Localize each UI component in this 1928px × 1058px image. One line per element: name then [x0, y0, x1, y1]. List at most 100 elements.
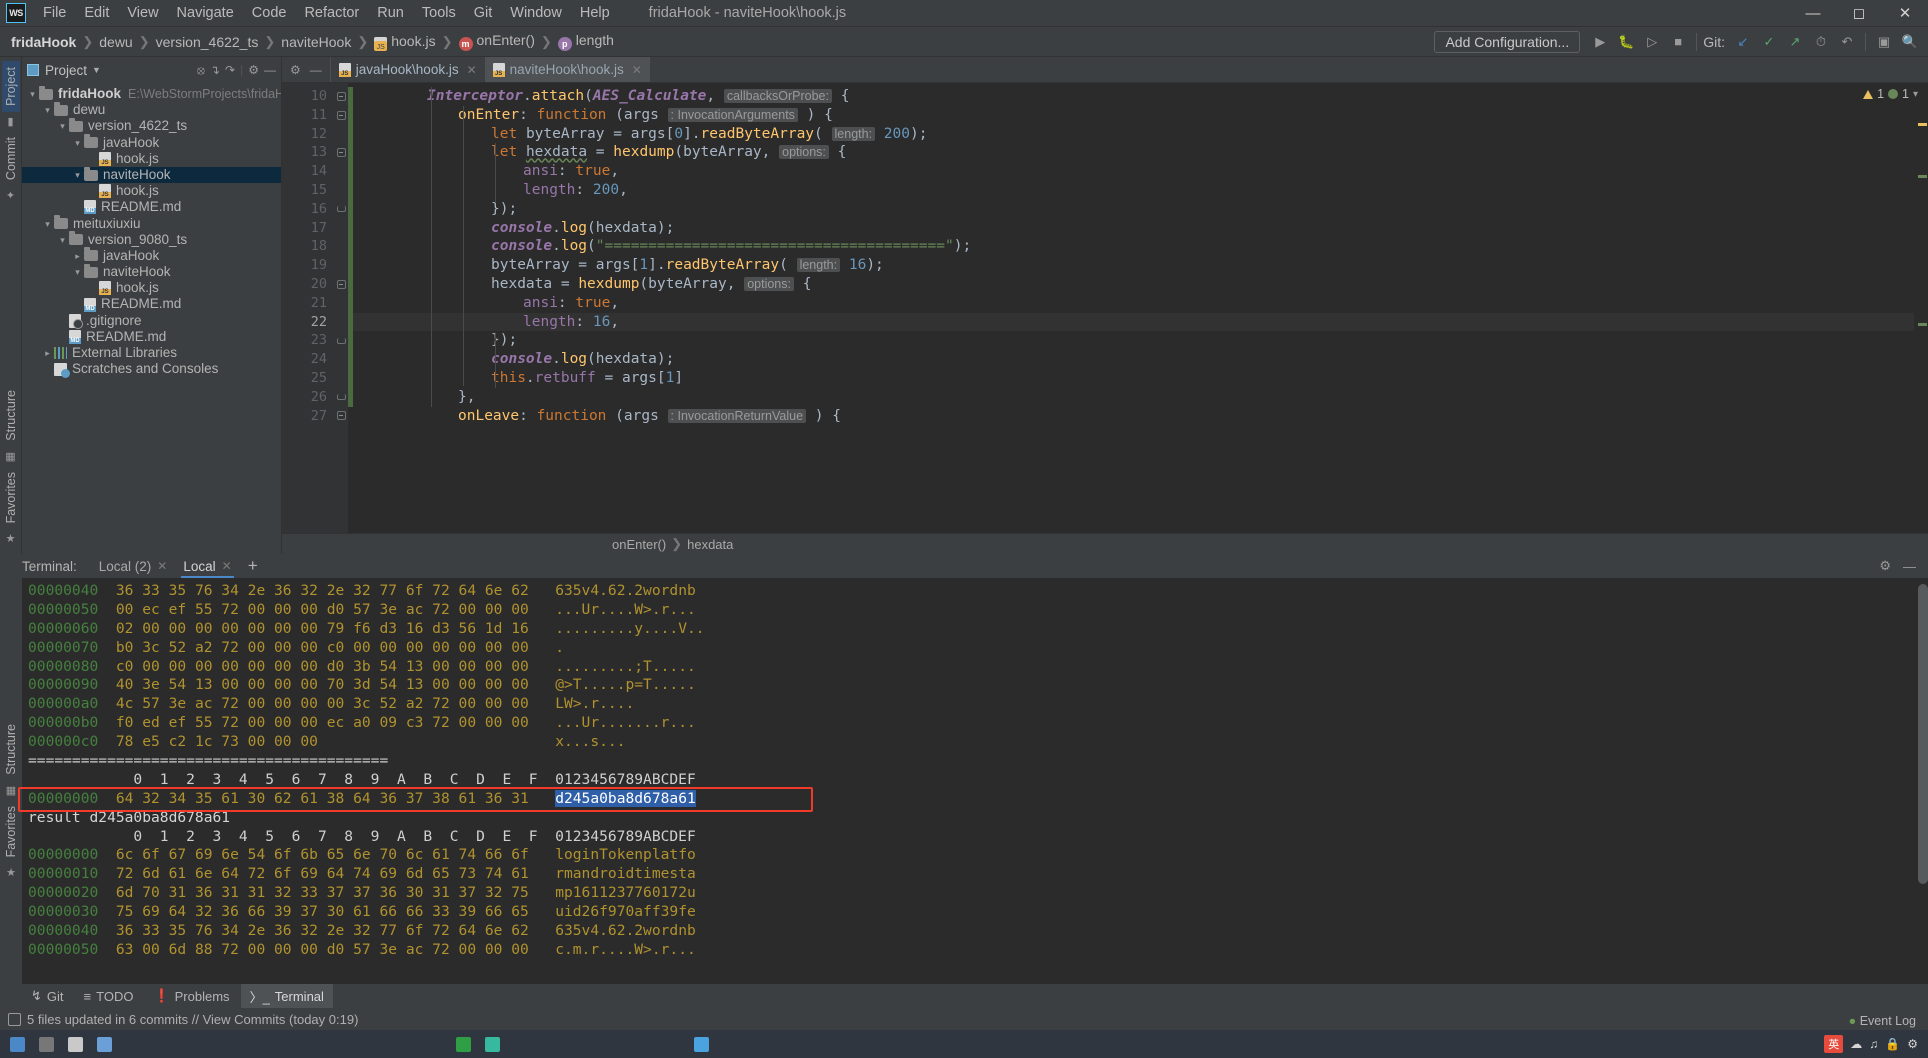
breadcrumb-item-method[interactable]: m onEnter(): [454, 31, 540, 52]
tree-expand-arrow-icon[interactable]: ▾: [71, 167, 84, 183]
tool-window-terminal[interactable]: 〉_ Terminal: [240, 983, 333, 1009]
code-fold-marker-icon[interactable]: [334, 407, 348, 426]
menu-navigate[interactable]: Navigate: [168, 3, 243, 23]
minimize-icon[interactable]: —: [1790, 0, 1836, 26]
tree-node-version-4622-ts[interactable]: ▾ version_4622_ts: [22, 117, 281, 134]
taskbar-app-icon[interactable]: [456, 1036, 471, 1052]
taskbar-app-icon[interactable]: [39, 1036, 54, 1052]
tree-expand-arrow-icon[interactable]: ▾: [56, 232, 69, 248]
taskbar-app-icon[interactable]: [694, 1036, 709, 1052]
tree-node-readme-md[interactable]: README.md: [22, 296, 281, 312]
code-text-area[interactable]: Interceptor.attach(AES_Calculate, callba…: [353, 83, 1914, 533]
tree-expand-arrow-icon[interactable]: ▾: [71, 135, 84, 151]
tree-node-external-libraries[interactable]: ▸ External Libraries: [22, 345, 281, 361]
tree-node-readme-md[interactable]: README.md: [22, 329, 281, 345]
code-line[interactable]: let hexdata = hexdump(byteArray, options…: [353, 143, 1914, 162]
collapse-all-icon[interactable]: ↷: [225, 63, 235, 77]
select-in-icon[interactable]: ▣: [1872, 30, 1896, 54]
settings-gear-icon[interactable]: ⚙: [1879, 558, 1891, 574]
settings-gear-icon[interactable]: ⚙: [248, 63, 259, 77]
code-fold-marker-icon[interactable]: [334, 200, 348, 219]
code-fold-marker-icon[interactable]: [334, 388, 348, 407]
code-line[interactable]: console.log(hexdata);: [353, 350, 1914, 369]
git-update-icon[interactable]: ↙: [1731, 30, 1755, 54]
tree-expand-arrow-icon[interactable]: ▾: [71, 264, 84, 280]
taskbar-app-icon[interactable]: [97, 1036, 112, 1052]
tree-node-navitehook[interactable]: ▾ naviteHook: [22, 166, 281, 184]
event-log-link[interactable]: ● Event Log: [1849, 1014, 1916, 1028]
hide-icon[interactable]: —: [264, 63, 276, 77]
taskbar-app-icon[interactable]: [68, 1036, 83, 1052]
close-icon[interactable]: ✕: [632, 63, 642, 77]
editor-error-stripe[interactable]: [1914, 83, 1928, 533]
rail-item-favorites[interactable]: Favorites: [2, 466, 20, 529]
code-line[interactable]: ansi: true,: [353, 162, 1914, 181]
chevron-down-icon[interactable]: ▼: [92, 65, 101, 75]
code-line[interactable]: Interceptor.attach(AES_Calculate, callba…: [353, 87, 1914, 106]
menu-view[interactable]: View: [118, 3, 167, 23]
code-line[interactable]: });: [353, 331, 1914, 350]
add-configuration-button[interactable]: Add Configuration...: [1434, 30, 1581, 53]
tree-node-hook-js[interactable]: hook.js: [22, 151, 281, 167]
hide-icon[interactable]: —: [310, 63, 322, 77]
tree-expand-arrow-icon[interactable]: ▾: [41, 216, 54, 232]
terminal-tab-local-2[interactable]: Local (2) ✕: [91, 554, 176, 578]
breadcrumb-variable[interactable]: hexdata: [687, 537, 733, 552]
run-icon[interactable]: ▶: [1588, 30, 1612, 54]
code-line[interactable]: onLeave: function (args : InvocationRetu…: [353, 407, 1914, 426]
code-line[interactable]: length: 200,: [353, 181, 1914, 200]
close-icon[interactable]: ✕: [157, 559, 167, 573]
code-line[interactable]: console.log("===========================…: [353, 237, 1914, 256]
tree-expand-arrow-icon[interactable]: ▾: [41, 102, 54, 118]
code-line[interactable]: ansi: true,: [353, 294, 1914, 313]
terminal-output[interactable]: 00000040 36 33 35 76 34 2e 36 32 2e 32 7…: [18, 578, 1928, 984]
menu-help[interactable]: Help: [571, 3, 619, 23]
expand-all-icon[interactable]: ↴: [210, 63, 220, 77]
menu-edit[interactable]: Edit: [75, 3, 118, 23]
breadcrumb-item-file[interactable]: JS hook.js: [369, 32, 440, 52]
breadcrumb-method[interactable]: onEnter(): [612, 537, 666, 552]
code-fold-marker-icon[interactable]: [334, 275, 348, 294]
tool-window-todo[interactable]: ≡ TODO: [75, 986, 143, 1007]
code-line[interactable]: byteArray = args[1].readByteArray( lengt…: [353, 256, 1914, 275]
menu-run[interactable]: Run: [368, 3, 413, 23]
editor-tab-javahook[interactable]: javaHook\hook.js ✕: [331, 57, 485, 82]
code-fold-marker-icon[interactable]: [334, 106, 348, 125]
inspection-widget[interactable]: 1 1 ▾: [1853, 83, 1928, 105]
breadcrumb-item-project[interactable]: fridaHook: [6, 33, 81, 51]
breadcrumb-item-dewu[interactable]: dewu: [94, 33, 137, 51]
tool-window-problems[interactable]: ❗ Problems: [144, 985, 238, 1007]
rail-item-favorites[interactable]: Favorites: [2, 800, 20, 863]
settings-gear-icon[interactable]: ⚙: [290, 63, 301, 77]
code-folding-gutter[interactable]: [334, 83, 348, 533]
chevron-down-icon[interactable]: ▾: [1913, 89, 1918, 100]
menu-git[interactable]: Git: [465, 3, 502, 23]
git-commit-icon[interactable]: ✓: [1757, 30, 1781, 54]
code-line[interactable]: },: [353, 388, 1914, 407]
code-line[interactable]: console.log(hexdata);: [353, 219, 1914, 238]
tray-icon[interactable]: ☁: [1850, 1037, 1862, 1051]
menu-code[interactable]: Code: [243, 3, 296, 23]
ime-indicator[interactable]: 英: [1824, 1035, 1844, 1053]
stop-icon[interactable]: ■: [1666, 30, 1690, 54]
code-line[interactable]: onEnter: function (args : InvocationArgu…: [353, 106, 1914, 125]
git-rollback-icon[interactable]: ↶: [1835, 30, 1859, 54]
code-line[interactable]: this.retbuff = args[1]: [353, 369, 1914, 388]
rail-item-structure[interactable]: Structure: [2, 384, 20, 447]
run-with-coverage-icon[interactable]: ▷: [1640, 30, 1664, 54]
rail-item-commit[interactable]: Commit: [2, 131, 20, 186]
code-line[interactable]: length: 16,: [353, 312, 1914, 332]
rail-item-structure[interactable]: Structure: [2, 718, 20, 781]
tree-node-hook-js[interactable]: hook.js: [22, 280, 281, 296]
tree-node-scratches-and-consoles[interactable]: Scratches and Consoles: [22, 361, 281, 378]
tree-node-javahook[interactable]: ▾ javaHook: [22, 134, 281, 151]
taskbar-app-icon[interactable]: [10, 1036, 25, 1052]
tool-window-git[interactable]: ↯ Git: [22, 985, 73, 1007]
taskbar-app-icon[interactable]: [485, 1036, 500, 1052]
tree-expand-arrow-icon[interactable]: ▸: [41, 345, 54, 361]
code-fold-marker-icon[interactable]: [334, 331, 348, 350]
code-line[interactable]: let byteArray = args[0].readByteArray( l…: [353, 125, 1914, 144]
git-push-icon[interactable]: ↗: [1783, 30, 1807, 54]
tray-icon[interactable]: ♫: [1869, 1037, 1878, 1051]
status-message[interactable]: 5 files updated in 6 commits // View Com…: [27, 1012, 358, 1027]
